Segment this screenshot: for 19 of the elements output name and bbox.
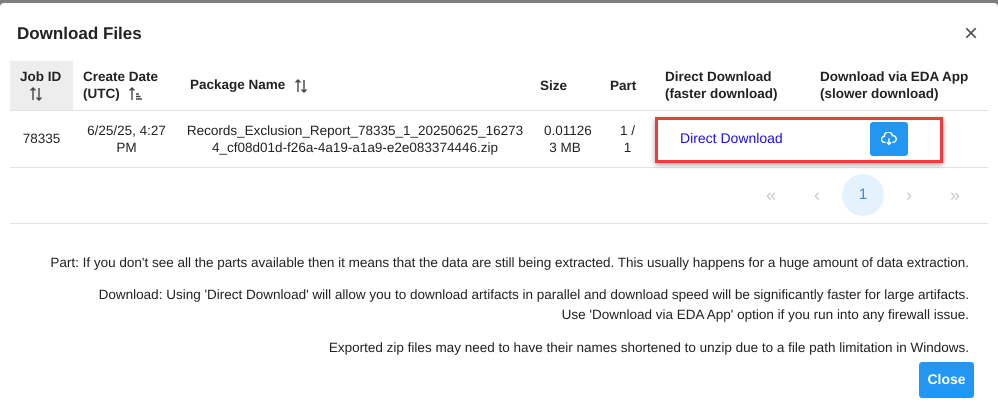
close-button[interactable]: Close (919, 362, 974, 398)
note-text: Part: If you don't see all the parts available then it means that the data are still being extracted. This usually happens for a huge amount of data extraction. (49, 254, 969, 272)
direct-download-link[interactable]: Direct Download (680, 130, 783, 146)
cloud-download-button[interactable] (870, 122, 908, 156)
note-text: Use 'Download via EDA App' option if you run into any firewall issue. (560, 306, 969, 324)
page-button[interactable]: 1 (842, 174, 884, 216)
table-cell: 78335 (22, 131, 60, 146)
cloud-download-icon (881, 132, 897, 146)
note-text: Download: Using 'Direct Download' will allow you to download artifacts in parallel and download speed will be significantly faster for large artifacts. (98, 286, 969, 304)
table-cell: 6/25/25, 4:27 PM (87, 122, 166, 154)
table-cell: 1 / 1 (620, 122, 635, 154)
table-cell: Records_Exclusion_Report_78335_1_20250625_162734_cf08d01d-f26a-4a19-a1a9-e2e083374446.zip (186, 122, 524, 154)
sort-ascending-icon[interactable] (128, 86, 144, 102)
note-text: Exported zip files may need to have their names shortened to unzip due to a file path limitation in Windows. (328, 338, 969, 357)
sort-icon[interactable] (28, 86, 44, 102)
sort-icon[interactable] (293, 78, 310, 94)
column-header[interactable]: Job ID (10, 60, 73, 110)
table-cell: 0.01126 3 MB (544, 122, 592, 154)
dialog-title: Download Files (17, 23, 142, 45)
